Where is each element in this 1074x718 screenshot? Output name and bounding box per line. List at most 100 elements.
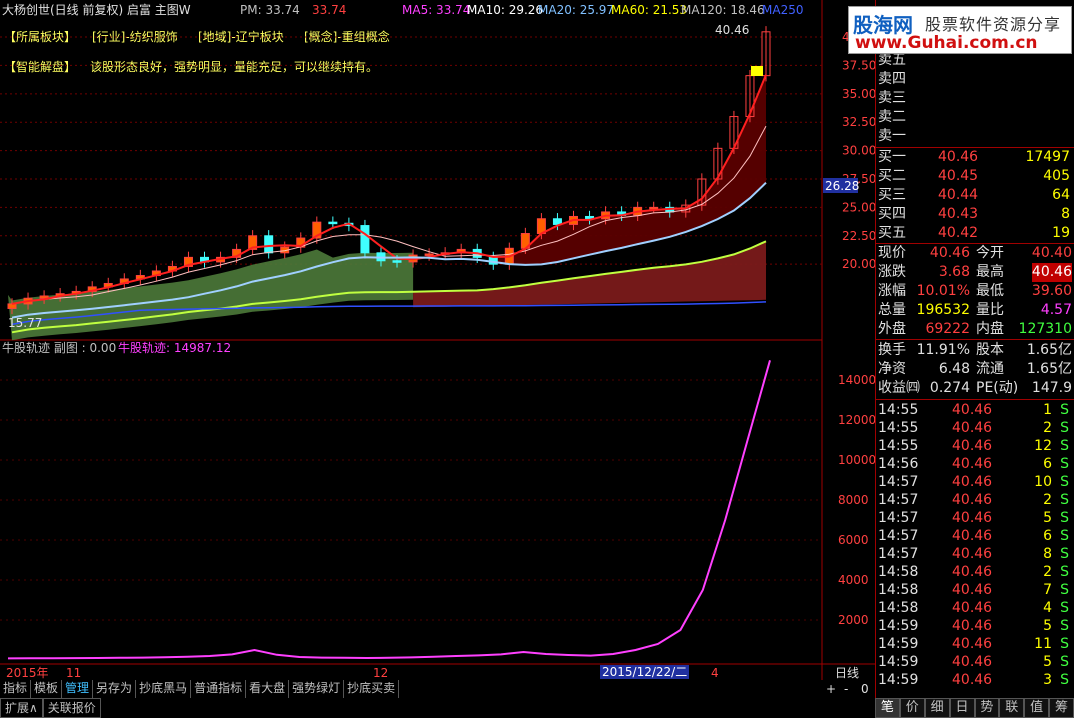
stat-label-2: 今开 [976, 245, 1004, 261]
buy-row[interactable]: 买五 40.42 19 [876, 224, 1074, 243]
tick-volume: 3 [1043, 672, 1052, 688]
tick-time: 14:58 [878, 582, 919, 598]
tab-detail[interactable]: 细 [924, 698, 950, 718]
buy-row[interactable]: 买二 40.45 405 [876, 167, 1074, 186]
tab-trend[interactable]: 势 [974, 698, 1000, 718]
fund-value: 6.48 [938, 361, 970, 377]
tick-row[interactable]: 14:58 40.46 4 S [876, 599, 1074, 617]
tick-side: S [1060, 618, 1069, 634]
tick-row[interactable]: 14:59 40.46 5 S [876, 653, 1074, 671]
buy-volume: 19 [1052, 225, 1070, 241]
tick-price: 40.46 [952, 510, 993, 526]
tick-volume: 6 [1043, 528, 1052, 544]
fund-label: 换手 [878, 342, 906, 358]
tick-row[interactable]: 14:58 40.46 7 S [876, 581, 1074, 599]
tab-bottom-trade[interactable]: 抄底买卖 [344, 680, 400, 698]
zoom-in-button[interactable]: + [826, 682, 836, 696]
tick-row[interactable]: 14:58 40.46 2 S [876, 563, 1074, 581]
tab-daily[interactable]: 日 [949, 698, 975, 718]
tick-row[interactable]: 14:57 40.46 5 S [876, 509, 1074, 527]
tick-price: 40.46 [952, 654, 993, 670]
zoom-reset-button[interactable]: 0 [861, 682, 869, 696]
buy-price: 40.42 [938, 225, 979, 241]
tab-green-light[interactable]: 强势绿灯 [289, 680, 345, 698]
zoom-out-button[interactable]: - [844, 682, 848, 696]
tick-time: 14:59 [878, 618, 919, 634]
tick-row[interactable]: 14:55 40.46 1 S [876, 401, 1074, 419]
candle-up [7, 303, 17, 309]
tick-row[interactable]: 14:59 40.46 5 S [876, 617, 1074, 635]
tick-time: 14:59 [878, 672, 919, 688]
tab-chips[interactable]: 筹 [1049, 698, 1074, 718]
tick-time: 14:55 [878, 402, 919, 418]
stat-label: 涨跌 [878, 264, 906, 280]
buy-price: 40.45 [938, 168, 979, 184]
tab-price[interactable]: 价 [899, 698, 925, 718]
x-label-4: 4 [711, 666, 719, 680]
main-ytick: 25.00 [842, 200, 875, 214]
main-ytick: 35.00 [842, 87, 875, 101]
stat-value: 10.01% [916, 283, 970, 299]
tab-market[interactable]: 看大盘 [246, 680, 290, 698]
tick-price: 40.46 [952, 582, 993, 598]
buy-volume: 17497 [1025, 149, 1070, 165]
tab-indicator[interactable]: 指标 [0, 680, 32, 698]
tick-row[interactable]: 14:57 40.46 2 S [876, 491, 1074, 509]
related-quote-button[interactable]: 关联报价 [42, 698, 101, 718]
sell-row[interactable]: 卖四 [876, 70, 1074, 89]
tick-row[interactable]: 14:55 40.46 12 S [876, 437, 1074, 455]
tick-time: 14:57 [878, 528, 919, 544]
stat-value-2: 40.46 [1031, 263, 1072, 282]
sell-label: 卖三 [878, 90, 906, 106]
tick-row[interactable]: 14:57 40.46 6 S [876, 527, 1074, 545]
tick-volume: 8 [1043, 546, 1052, 562]
stat-label-2: 量比 [976, 302, 1004, 318]
tick-row[interactable]: 14:56 40.46 6 S [876, 455, 1074, 473]
period-label[interactable]: 日线 [835, 666, 859, 680]
tick-row[interactable]: 14:57 40.46 8 S [876, 545, 1074, 563]
tab-link[interactable]: 联 [999, 698, 1025, 718]
stat-row: 外盘 69222 内盘 127310 [876, 320, 1074, 339]
buy-row[interactable]: 买四 40.43 8 [876, 205, 1074, 224]
buy-price: 40.46 [938, 149, 979, 165]
tab-template[interactable]: 模板 [31, 680, 63, 698]
tick-side: S [1060, 474, 1069, 490]
tick-side: S [1060, 528, 1069, 544]
buy-row[interactable]: 买一 40.46 17497 [876, 148, 1074, 167]
tick-row[interactable]: 14:57 40.46 10 S [876, 473, 1074, 491]
buy-volume: 8 [1061, 206, 1070, 222]
sell-label: 卖一 [878, 128, 906, 144]
tab-bottom-horse[interactable]: 抄底黑马 [136, 680, 192, 698]
tick-time: 14:56 [878, 456, 919, 472]
stat-label-2: 最低 [976, 283, 1004, 299]
tick-row[interactable]: 14:55 40.46 2 S [876, 419, 1074, 437]
kline-chart[interactable]: 4037.5035.0032.5030.0027.5025.0022.5020.… [0, 0, 875, 680]
stat-value: 69222 [925, 321, 970, 337]
expand-button[interactable]: 扩展∧ [0, 698, 43, 718]
tick-volume: 5 [1043, 618, 1052, 634]
buy-label: 买五 [878, 225, 906, 241]
tab-value[interactable]: 值 [1024, 698, 1050, 718]
panel-tabs: 笔 价 细 日 势 联 值 筹 [875, 698, 1074, 718]
tab-normal-indicator[interactable]: 普通指标 [191, 680, 247, 698]
tick-price: 40.46 [952, 600, 993, 616]
tab-manage[interactable]: 管理 [62, 680, 94, 698]
logo-url: www.Guhai.com.cn [855, 33, 1038, 53]
tab-trades[interactable]: 笔 [875, 698, 900, 718]
tab-save-as[interactable]: 另存为 [93, 680, 137, 698]
tick-row[interactable]: 14:59 40.46 3 S [876, 671, 1074, 689]
main-ytick: 30.00 [842, 144, 875, 158]
tick-time: 14:58 [878, 564, 919, 580]
candle-down [264, 235, 274, 254]
sell-row[interactable]: 卖二 [876, 108, 1074, 127]
tick-side: S [1060, 582, 1069, 598]
sell-row[interactable]: 卖一 [876, 127, 1074, 146]
buy-row[interactable]: 买三 40.44 64 [876, 186, 1074, 205]
sell-row[interactable]: 卖三 [876, 89, 1074, 108]
tick-time: 14:59 [878, 654, 919, 670]
x-label-dec: 12 [373, 666, 389, 680]
tick-row[interactable]: 14:59 40.46 11 S [876, 635, 1074, 653]
main-ytick: 20.00 [842, 257, 875, 271]
fund-value-2: 147.9 [1031, 380, 1072, 396]
tick-time: 14:58 [878, 600, 919, 616]
